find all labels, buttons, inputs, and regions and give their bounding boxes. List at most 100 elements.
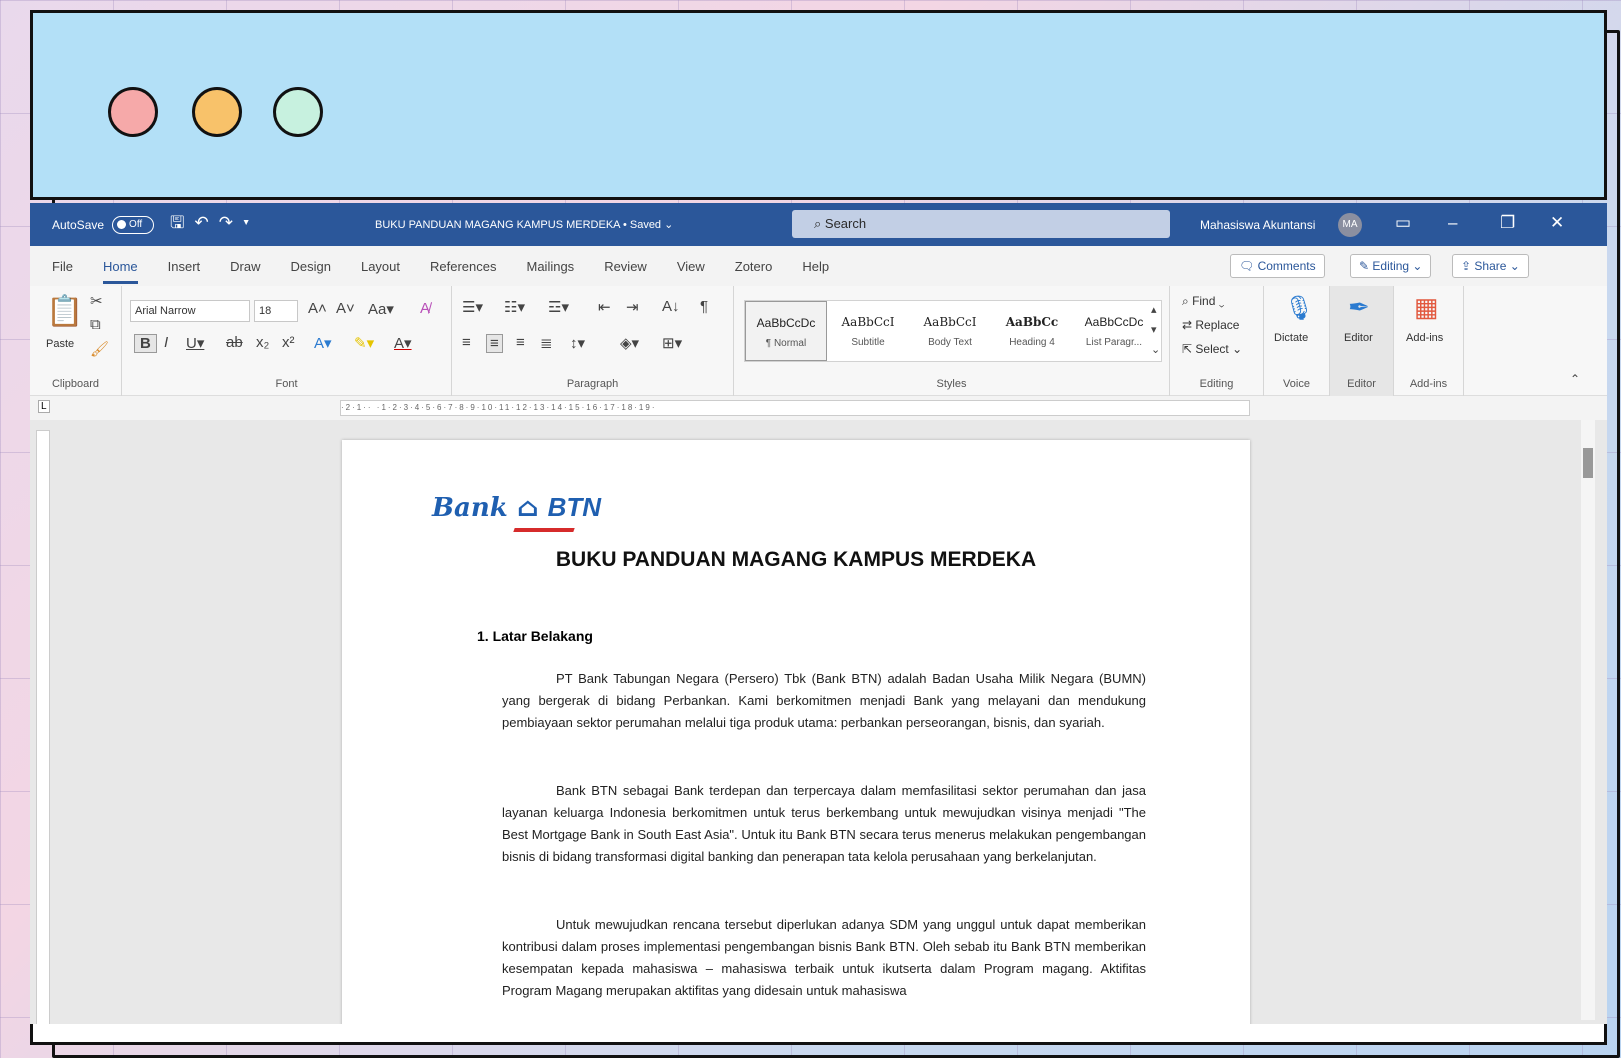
format-painter-icon[interactable]: 🖌 [90, 340, 109, 358]
paragraph-label: Paragraph [566, 378, 619, 390]
shrink-font-icon[interactable]: A˅ [336, 300, 355, 317]
close-dot-icon[interactable] [108, 87, 158, 137]
quick-access-icons[interactable]: 🖫↶↷▾ [170, 210, 259, 239]
align-left-icon[interactable]: ≡ [462, 334, 471, 351]
document-page[interactable]: Bank ⌂ BTN BUKU PANDUAN MAGANG KAMPUS ME… [342, 440, 1250, 1033]
window-frame: AutoSave Off 🖫↶↷▾ BUKU PANDUAN MAGANG KA… [30, 10, 1607, 1045]
comments-button[interactable]: 🗨 Comments [1230, 254, 1325, 278]
style-list-paragraph[interactable]: AaBbCcDc List Paragr... [1073, 301, 1155, 361]
horizontal-ruler: L ·2·1·· ·1·2·3·4·5·6·7·8·9·10·11·12·13·… [30, 396, 1607, 420]
vertical-scrollbar[interactable] [1581, 420, 1595, 1020]
style-heading-4[interactable]: AaBbCc Heading 4 [991, 301, 1073, 361]
editing-mode-button[interactable]: ✎ Editing ⌄ [1350, 254, 1432, 278]
bank-btn-logo: Bank ⌂ BTN [432, 492, 602, 532]
editor-button-label[interactable]: Editor [1344, 332, 1373, 344]
styles-scroll-down-icon[interactable]: ▾ [1151, 323, 1157, 336]
font-color-icon[interactable]: A▾ [394, 334, 412, 352]
paste-icon[interactable]: 📋 [46, 294, 83, 329]
addins-icon[interactable]: ▦ [1414, 292, 1439, 323]
close-icon[interactable]: ✕ [1550, 213, 1564, 233]
style-subtitle[interactable]: AaBbCcI Subtitle [827, 301, 909, 361]
maximize-dot-icon[interactable] [273, 87, 323, 137]
style-normal[interactable]: AaBbCcDc ¶ Normal [745, 301, 827, 361]
minimize-icon[interactable]: – [1448, 213, 1457, 233]
microphone-icon[interactable]: 🎙 [1284, 294, 1314, 323]
select-button[interactable]: ⇱ Select ⌄ [1182, 342, 1242, 356]
tab-zotero[interactable]: Zotero [735, 253, 773, 280]
replace-label: Replace [1195, 318, 1240, 332]
strikethrough-icon[interactable]: ab [226, 334, 243, 351]
autosave-toggle[interactable]: Off [112, 215, 155, 234]
tab-mailings[interactable]: Mailings [527, 253, 575, 280]
tab-layout[interactable]: Layout [361, 253, 400, 280]
bullets-icon[interactable]: ☰▾ [462, 298, 483, 316]
sort-icon[interactable]: A↓ [662, 298, 680, 315]
tab-home[interactable]: Home [102, 253, 138, 284]
shading-icon[interactable]: ◈▾ [620, 334, 639, 352]
copy-icon[interactable]: ⧉ [90, 316, 101, 333]
styles-scroll-up-icon[interactable]: ▴ [1151, 303, 1157, 316]
multilevel-list-icon[interactable]: ☲▾ [548, 298, 569, 316]
minimize-dot-icon[interactable] [192, 87, 242, 137]
font-name-select[interactable]: Arial Narrow [130, 300, 250, 322]
decrease-indent-icon[interactable]: ⇤ [598, 298, 611, 316]
change-case-icon[interactable]: Aa▾ [368, 300, 394, 318]
tab-draw[interactable]: Draw [230, 253, 260, 280]
increase-indent-icon[interactable]: ⇥ [626, 298, 639, 316]
paragraph-2[interactable]: Bank BTN sebagai Bank terdepan dan terpe… [502, 780, 1146, 868]
find-button[interactable]: ⌕ Find ⌄ [1182, 294, 1224, 309]
share-label: Share ⌄ [1474, 259, 1520, 273]
style-body-text[interactable]: AaBbCcI Body Text [909, 301, 991, 361]
tab-selector-icon[interactable]: L [38, 400, 50, 413]
search-box[interactable]: ⌕ Search [792, 210, 1170, 238]
font-size-select[interactable]: 18 [254, 300, 298, 322]
cut-icon[interactable]: ✂ [90, 292, 103, 310]
tab-references[interactable]: References [430, 253, 496, 280]
paste-label[interactable]: Paste [46, 338, 74, 350]
styles-more-icon[interactable]: ⌄ [1151, 343, 1160, 356]
align-center-icon[interactable]: ≡ [486, 334, 503, 353]
tab-review[interactable]: Review [604, 253, 647, 280]
justify-icon[interactable]: ≣ [540, 334, 553, 352]
underline-icon[interactable]: U▾ [186, 334, 204, 352]
bold-icon[interactable]: B [134, 334, 157, 353]
document-heading[interactable]: BUKU PANDUAN MAGANG KAMPUS MERDEKA [342, 548, 1250, 572]
ribbon-display-icon[interactable]: ▭ [1395, 213, 1411, 233]
tab-design[interactable]: Design [291, 253, 331, 280]
paragraph-3[interactable]: Untuk mewujudkan rencana tersebut diperl… [502, 914, 1146, 1002]
tab-help[interactable]: Help [802, 253, 829, 280]
clear-formatting-icon[interactable]: A̸ [420, 300, 430, 317]
vertical-ruler[interactable] [36, 430, 50, 1030]
subscript-icon[interactable]: x₂ [256, 334, 269, 351]
scrollbar-thumb[interactable] [1583, 448, 1593, 478]
show-marks-icon[interactable]: ¶ [700, 298, 708, 315]
grow-font-icon[interactable]: A˄ [308, 300, 327, 317]
user-name[interactable]: Mahasiswa Akuntansi [1200, 218, 1315, 232]
tab-file[interactable]: File [52, 253, 73, 280]
tab-insert[interactable]: Insert [168, 253, 201, 280]
ruler-scale[interactable]: ·2·1·· ·1·2·3·4·5·6·7·8·9·10·11·12·13·14… [340, 400, 1250, 416]
logo-btn-text: BTN [547, 492, 602, 522]
addins-button-label[interactable]: Add-ins [1406, 332, 1443, 344]
tab-view[interactable]: View [677, 253, 705, 280]
text-effects-icon[interactable]: A▾ [314, 334, 332, 352]
line-spacing-icon[interactable]: ↕▾ [570, 334, 585, 352]
align-right-icon[interactable]: ≡ [516, 334, 525, 351]
restore-icon[interactable]: ❐ [1500, 213, 1515, 233]
numbering-icon[interactable]: ☷▾ [504, 298, 525, 316]
collapse-ribbon-icon[interactable]: ⌃ [1570, 372, 1580, 386]
share-button[interactable]: ⇪ Share ⌄ [1452, 254, 1529, 278]
paragraph-1[interactable]: PT Bank Tabungan Negara (Persero) Tbk (B… [502, 668, 1146, 734]
highlight-icon[interactable]: ✎▾ [354, 334, 374, 352]
style-name: Body Text [928, 337, 972, 348]
word-titlebar: AutoSave Off 🖫↶↷▾ BUKU PANDUAN MAGANG KA… [30, 203, 1607, 246]
section-heading[interactable]: 1. Latar Belakang [477, 628, 593, 644]
superscript-icon[interactable]: x² [282, 334, 295, 351]
document-title[interactable]: BUKU PANDUAN MAGANG KAMPUS MERDEKA • Sav… [375, 218, 673, 231]
replace-button[interactable]: ⇄ Replace [1182, 318, 1239, 332]
editor-icon[interactable]: ✒ [1348, 292, 1370, 323]
dictate-label[interactable]: Dictate [1274, 332, 1308, 344]
borders-icon[interactable]: ⊞▾ [662, 334, 682, 352]
italic-icon[interactable]: I [164, 334, 168, 351]
avatar[interactable]: MA [1338, 213, 1362, 237]
